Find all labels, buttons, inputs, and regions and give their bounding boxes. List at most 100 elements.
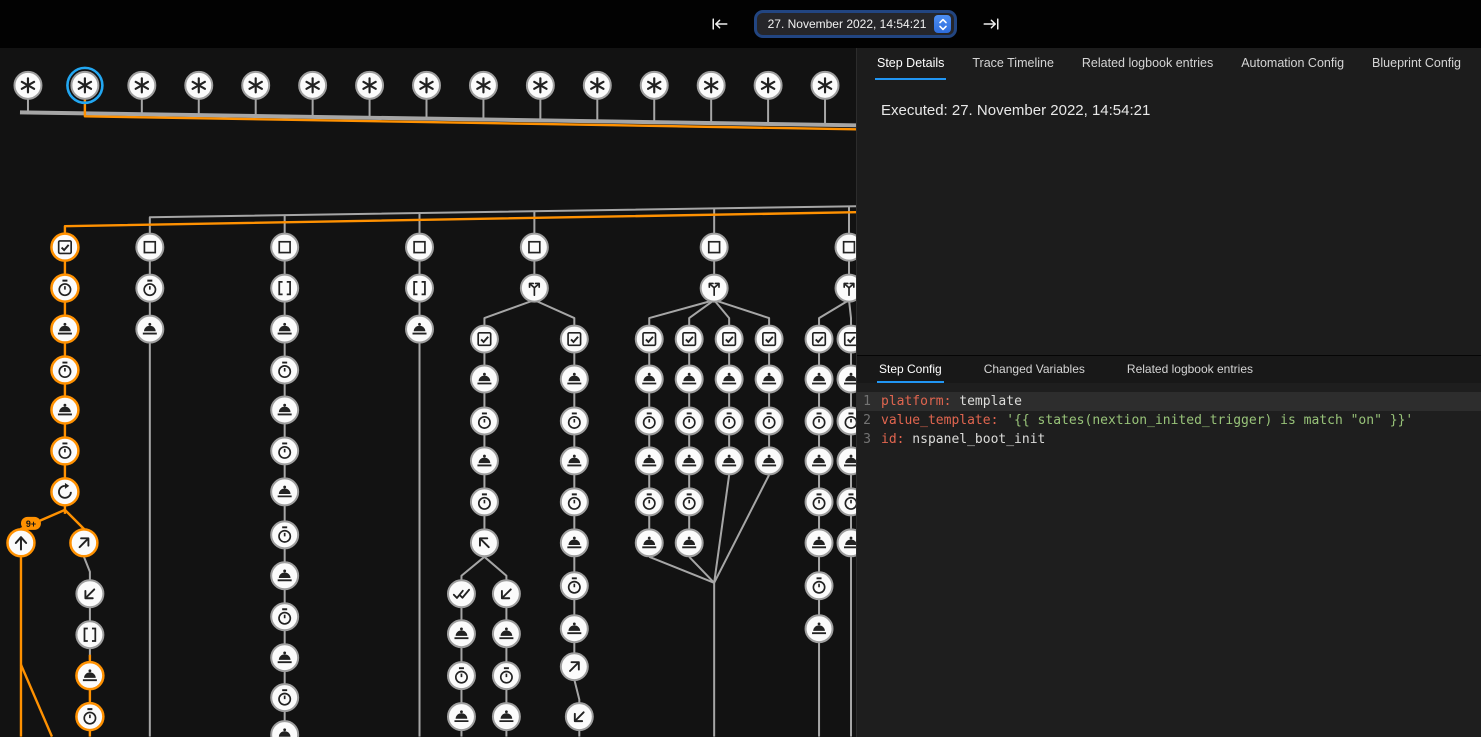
graph-node-condition[interactable] (806, 326, 833, 353)
tab-related-logbook-entries[interactable]: Related logbook entries (1080, 48, 1215, 80)
graph-node-square[interactable] (836, 234, 856, 261)
graph-node-delay[interactable] (716, 407, 743, 434)
graph-node-service[interactable] (806, 615, 833, 642)
graph-node-condition[interactable] (51, 234, 78, 261)
graph-node-square[interactable] (406, 234, 433, 261)
graph-node-delay[interactable] (676, 407, 703, 434)
graph-node-service[interactable] (838, 529, 856, 556)
graph-node-service[interactable] (271, 478, 298, 505)
tab-changed-variables[interactable]: Changed Variables (982, 356, 1087, 383)
graph-node-brackets[interactable] (406, 275, 433, 302)
graph-node-delay[interactable] (448, 662, 475, 689)
graph-node-brackets[interactable] (271, 275, 298, 302)
graph-node-delay[interactable] (271, 603, 298, 630)
graph-node-service[interactable] (561, 615, 588, 642)
tab-related-logbook-entries[interactable]: Related logbook entries (1125, 356, 1255, 383)
graph-node-trigger[interactable] (584, 72, 611, 99)
graph-node-delay[interactable] (493, 662, 520, 689)
graph-node-service[interactable] (51, 316, 78, 343)
graph-node-delay[interactable] (271, 684, 298, 711)
graph-node-delay[interactable] (806, 407, 833, 434)
next-trace-button[interactable] (980, 13, 1002, 35)
graph-node-check-all[interactable] (448, 580, 475, 607)
graph-node-service[interactable] (838, 366, 856, 393)
graph-node-delay[interactable] (51, 357, 78, 384)
trace-graph-canvas[interactable]: 9+ (0, 48, 856, 737)
graph-node-trigger[interactable] (128, 72, 155, 99)
graph-node-service[interactable] (806, 366, 833, 393)
graph-node-service[interactable] (406, 316, 433, 343)
graph-node-trigger[interactable] (527, 72, 554, 99)
tab-trace-timeline[interactable]: Trace Timeline (970, 48, 1056, 80)
graph-node-delay[interactable] (471, 407, 498, 434)
graph-node-trigger[interactable] (356, 72, 383, 99)
graph-node-delay[interactable] (51, 275, 78, 302)
graph-node-delay[interactable] (561, 407, 588, 434)
graph-node-service[interactable] (136, 316, 163, 343)
graph-node-brackets[interactable] (76, 621, 103, 648)
graph-node-condition[interactable] (471, 326, 498, 353)
graph-node-service[interactable] (806, 447, 833, 474)
yaml-editor[interactable]: 1platform: template2value_template: '{{ … (857, 383, 1481, 449)
code-line[interactable]: 1platform: template (857, 392, 1481, 411)
graph-node-service[interactable] (76, 662, 103, 689)
graph-node-service[interactable] (756, 447, 783, 474)
graph-node-service[interactable] (636, 529, 663, 556)
graph-node-choose[interactable] (521, 275, 548, 302)
graph-node-service[interactable] (716, 366, 743, 393)
graph-node-arrow-sw[interactable] (566, 703, 593, 730)
graph-node-trigger[interactable] (242, 72, 269, 99)
graph-node-service[interactable] (448, 620, 475, 647)
graph-node-repeat[interactable] (51, 478, 78, 505)
tab-automation-config[interactable]: Automation Config (1239, 48, 1346, 80)
graph-node-delay[interactable] (838, 407, 856, 434)
graph-node-square[interactable] (701, 234, 728, 261)
graph-node-delay[interactable] (561, 572, 588, 599)
graph-node-delay[interactable] (561, 488, 588, 515)
graph-node-service[interactable] (756, 366, 783, 393)
graph-node-condition[interactable] (716, 326, 743, 353)
graph-node-service[interactable] (471, 366, 498, 393)
graph-node-trigger[interactable] (67, 68, 102, 103)
graph-node-service[interactable] (636, 447, 663, 474)
code-line[interactable]: 2value_template: '{{ states(nextion_init… (857, 411, 1481, 430)
graph-node-arrow-ne[interactable] (70, 529, 97, 556)
graph-node-choose[interactable] (701, 275, 728, 302)
graph-node-service[interactable] (271, 316, 298, 343)
graph-node-condition[interactable] (838, 326, 856, 353)
graph-node-service[interactable] (561, 366, 588, 393)
tab-blueprint-config[interactable]: Blueprint Config (1370, 48, 1463, 80)
graph-node-condition[interactable] (676, 326, 703, 353)
graph-node-service[interactable] (806, 529, 833, 556)
graph-node-service[interactable] (493, 703, 520, 730)
graph-node-trigger[interactable] (755, 72, 782, 99)
graph-node-arrow-nw[interactable] (471, 529, 498, 556)
graph-node-trigger[interactable] (812, 72, 839, 99)
graph-node-arrow-sw[interactable] (493, 580, 520, 607)
graph-node-arrow-ne[interactable] (561, 653, 588, 680)
graph-node-choose[interactable] (836, 275, 856, 302)
graph-node-service[interactable] (51, 396, 78, 423)
graph-node-delay[interactable] (76, 703, 103, 730)
graph-node-trigger[interactable] (185, 72, 212, 99)
graph-node-delay[interactable] (271, 357, 298, 384)
graph-node-delay[interactable] (838, 488, 856, 515)
graph-node-square[interactable] (271, 234, 298, 261)
graph-node-service[interactable] (493, 620, 520, 647)
trace-graph[interactable]: 9+ (0, 48, 856, 737)
graph-node-delay[interactable] (756, 407, 783, 434)
tab-step-details[interactable]: Step Details (875, 48, 946, 80)
graph-node-delay[interactable] (271, 437, 298, 464)
graph-node-service[interactable] (838, 447, 856, 474)
graph-node-service[interactable] (676, 529, 703, 556)
graph-node-service[interactable] (561, 447, 588, 474)
graph-node-delay[interactable] (271, 521, 298, 548)
graph-node-service[interactable] (271, 644, 298, 671)
graph-node-condition[interactable] (636, 326, 663, 353)
graph-node-square[interactable] (521, 234, 548, 261)
graph-node-service[interactable] (471, 447, 498, 474)
graph-node-arrow-up[interactable]: 9+ (7, 517, 40, 556)
graph-node-delay[interactable] (636, 407, 663, 434)
graph-node-service[interactable] (716, 447, 743, 474)
graph-node-condition[interactable] (756, 326, 783, 353)
